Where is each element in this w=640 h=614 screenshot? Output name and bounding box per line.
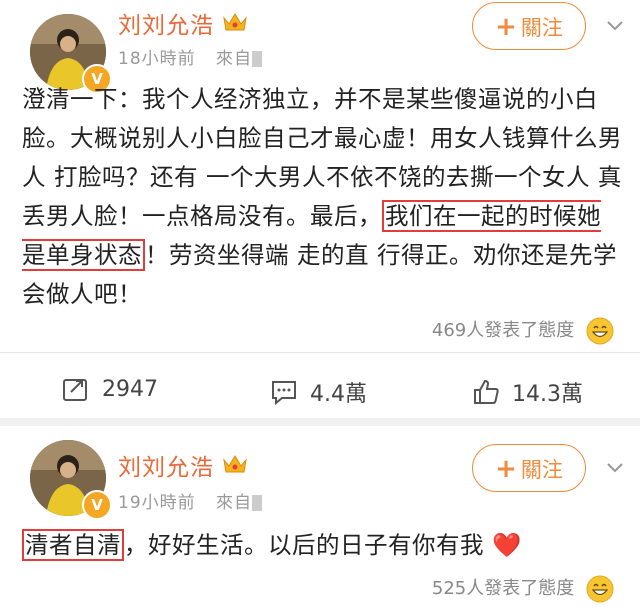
post-content: 澄清一下：我个人经济独立，并不是某些傻逼说的小白脸。大概说别人小白脸自己才最心虚… [22, 85, 622, 308]
follow-button[interactable]: + 關注 [472, 2, 586, 50]
repost-button[interactable]: 2947 [62, 376, 158, 402]
user-name[interactable]: 刘刘允浩 [118, 6, 214, 40]
post-card: V 刘刘允浩 18小時前 來自 + 關注 澄清一下：我个人经济独立，并不是某些傻逼… [0, 0, 640, 418]
reactions-summary[interactable]: 525人發表了態度 [432, 574, 614, 603]
thumbs-up-icon [474, 379, 499, 404]
plus-icon: + [495, 12, 517, 42]
like-button[interactable]: 14.3萬 [472, 376, 583, 408]
post-source: 來自 [216, 49, 253, 69]
crown-icon [223, 455, 247, 473]
follow-button[interactable]: + 關注 [472, 444, 586, 492]
chevron-down-icon[interactable] [606, 20, 624, 32]
repost-icon [63, 379, 87, 401]
comment-icon [272, 381, 296, 405]
post-time: 19小時前 [118, 493, 196, 513]
grin-emoji-icon [586, 575, 614, 603]
grin-emoji-icon [586, 317, 614, 345]
post-meta: 18小時前 來自 [118, 44, 263, 69]
highlighted-text: 清者自清 [22, 529, 124, 561]
post-source: 來自 [216, 493, 253, 513]
post-content: 清者自清 ，好好生活。以后的日子有你有我 ❤️ [22, 526, 622, 565]
plus-icon: + [495, 454, 517, 484]
heart-emoji: ❤️ [491, 531, 522, 559]
comment-button[interactable]: 4.4萬 [270, 376, 367, 408]
chevron-down-icon[interactable] [606, 462, 624, 474]
verified-badge-icon: V [82, 490, 112, 520]
reactions-summary[interactable]: 469人發表了態度 [432, 316, 614, 345]
divider [0, 352, 640, 353]
post-meta: 19小時前 來自 [118, 488, 263, 513]
user-name[interactable]: 刘刘允浩 [118, 448, 214, 482]
crown-icon [223, 13, 247, 31]
post-time: 18小時前 [118, 49, 196, 69]
post-card: V 刘刘允浩 19小時前 來自 + 關注 清者自清 ，好好生活。以后的日子有你有我 … [0, 426, 640, 614]
